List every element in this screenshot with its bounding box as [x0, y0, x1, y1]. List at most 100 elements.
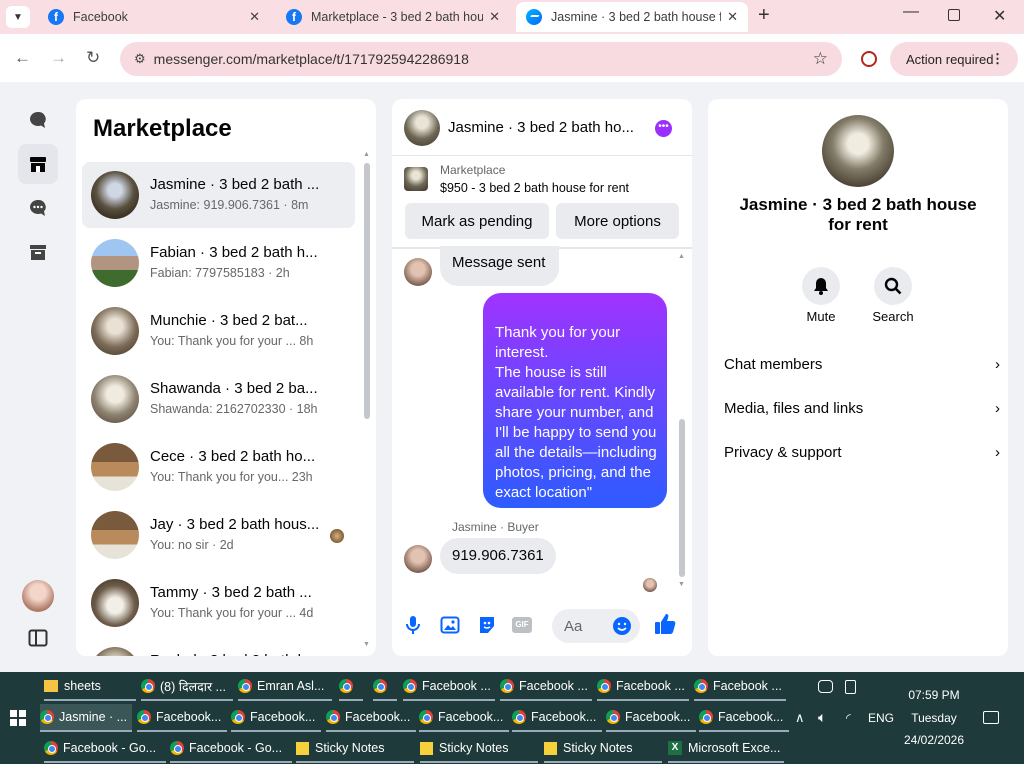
sender-avatar — [404, 258, 432, 286]
taskbar-app-button[interactable]: Jasmine · ... — [40, 704, 132, 732]
taskbar-app-button[interactable]: Sticky Notes — [296, 735, 414, 763]
emoji-icon[interactable] — [612, 616, 632, 636]
taskbar-app-button[interactable]: Facebook... — [606, 704, 696, 732]
taskbar-app-button[interactable]: Facebook... — [512, 704, 602, 732]
tab-facebook[interactable]: f Facebook ✕ — [38, 2, 270, 32]
taskbar-app-button[interactable]: Facebook ... — [694, 673, 786, 701]
bookmark-star-icon[interactable]: ☆ — [813, 49, 828, 69]
thumbs-up-icon — [655, 614, 676, 634]
close-window-button[interactable]: ✕ — [993, 6, 1006, 26]
marketplace-nav[interactable] — [18, 144, 58, 184]
conversation-item[interactable]: Fabian · 3 bed 2 bath h... Fabian: 779758… — [82, 230, 355, 296]
conversation-item[interactable]: Jay · 3 bed 2 bath hous... You: no sir · … — [82, 502, 355, 568]
mark-pending-button[interactable]: Mark as pending — [405, 203, 549, 239]
taskbar-app-button[interactable]: Facebook ... — [597, 673, 689, 701]
conversation-avatar — [91, 511, 139, 559]
taskbar-app-button[interactable] — [339, 673, 363, 701]
address-bar[interactable]: ⚙ messenger.com/marketplace/t/1717925942… — [120, 42, 842, 76]
message-input-placeholder: Aa — [564, 618, 583, 635]
like-button[interactable] — [654, 613, 676, 640]
notification-center-button[interactable] — [983, 711, 999, 724]
conversation-item[interactable]: Cece · 3 bed 2 bath ho... You: Thank you … — [82, 434, 355, 500]
taskbar-app-button[interactable]: Facebook - Go... — [44, 735, 166, 763]
minimize-button[interactable]: — — [903, 3, 919, 21]
new-tab-button[interactable]: + — [758, 4, 770, 27]
clock-day[interactable]: Tuesday — [897, 711, 971, 725]
language-indicator[interactable]: ENG — [868, 711, 894, 725]
chrome-icon — [403, 679, 417, 693]
scrollbar[interactable] — [364, 163, 370, 419]
chat-header-title[interactable]: Jasmine · 3 bed 2 bath ho... — [448, 119, 634, 136]
taskbar-app-button[interactable]: Facebook ... — [403, 673, 495, 701]
kebab-menu-icon[interactable]: ⋮ — [991, 51, 1004, 67]
tab-jasmine-chat[interactable]: Jasmine · 3 bed 2 bath house fo ✕ — [516, 2, 748, 32]
more-options-button[interactable]: More options — [556, 203, 679, 239]
gif-button[interactable]: GIF — [512, 617, 532, 633]
reload-button[interactable]: ↻ — [86, 48, 100, 68]
conversation-item[interactable]: Tammy · 3 bed 2 bath ... You: Thank you f… — [82, 570, 355, 636]
conversation-item[interactable]: Munchie · 3 bed 2 bat... You: Thank you f… — [82, 298, 355, 364]
conversation-list-panel: Marketplace Jasmine · 3 bed 2 bath ... Ja… — [76, 99, 376, 656]
privacy-support-row[interactable]: Privacy & support › — [724, 444, 1000, 461]
profile-icon[interactable] — [861, 51, 877, 67]
chat-scroll-down-arrow[interactable]: ▼ — [678, 581, 685, 588]
forward-button[interactable]: → — [50, 48, 67, 68]
close-tab-icon[interactable]: ✕ — [489, 9, 500, 25]
user-avatar[interactable] — [22, 580, 54, 612]
tab-marketplace[interactable]: f Marketplace - 3 bed 2 bath hou ✕ — [276, 2, 510, 32]
action-required-button[interactable]: Action required ⋮ — [890, 42, 1018, 76]
taskbar-app-button[interactable]: Facebook... — [326, 704, 416, 732]
message-input[interactable]: Aa — [552, 609, 640, 643]
conversation-item[interactable]: Jasmine · 3 bed 2 bath ... Jasmine: 919.9… — [82, 162, 355, 228]
tab-search-button[interactable]: ▼ — [6, 6, 30, 28]
voice-clip-button[interactable] — [404, 615, 422, 640]
close-tab-icon[interactable]: ✕ — [727, 9, 738, 25]
taskbar-app-button[interactable] — [373, 673, 397, 701]
search-button[interactable] — [874, 267, 912, 305]
message-requests-nav[interactable] — [18, 188, 58, 228]
clock-time[interactable]: 07:59 PM — [897, 688, 971, 702]
taskbar-app-button[interactable]: Facebook - Go... — [170, 735, 292, 763]
taskbar-app-button[interactable]: Sticky Notes — [544, 735, 662, 763]
chat-members-row[interactable]: Chat members › — [724, 356, 1000, 373]
site-info-icon[interactable]: ⚙ — [134, 51, 146, 67]
taskbar-app-button[interactable]: Facebook... — [137, 704, 227, 732]
scroll-up-arrow[interactable]: ▲ — [363, 151, 370, 158]
scroll-down-arrow[interactable]: ▼ — [363, 641, 370, 648]
tray-cloud-icon[interactable] — [818, 680, 833, 693]
archive-nav[interactable] — [18, 232, 58, 272]
taskbar-app-button[interactable]: Sticky Notes — [420, 735, 538, 763]
taskbar-app-button[interactable]: Facebook ... — [500, 673, 592, 701]
conversation-item[interactable]: Shawanda · 3 bed 2 ba... Shawanda: 216270… — [82, 366, 355, 432]
taskbar-app-button[interactable]: Facebook... — [699, 704, 789, 732]
taskbar-app-button[interactable]: Facebook... — [231, 704, 321, 732]
toggle-sidebar-button[interactable] — [18, 618, 58, 658]
chat-avatar[interactable] — [404, 110, 440, 146]
conversation-item[interactable]: Rachel · 3 bed 2 bath h... — [82, 638, 355, 656]
close-tab-icon[interactable]: ✕ — [249, 9, 260, 25]
back-button[interactable]: ← — [14, 48, 31, 68]
chats-nav[interactable] — [18, 100, 58, 140]
taskbar-app-button[interactable]: X Microsoft Exce... — [668, 735, 784, 763]
tray-phone-icon[interactable] — [845, 680, 856, 694]
media-files-row[interactable]: Media, files and links › — [724, 400, 1000, 417]
attach-photo-button[interactable] — [440, 615, 460, 640]
restore-button[interactable] — [948, 9, 960, 21]
mute-button[interactable] — [802, 267, 840, 305]
clock-date[interactable]: 24/02/2026 — [897, 733, 971, 747]
details-avatar[interactable] — [822, 115, 894, 187]
conversation-info-button[interactable]: ••• — [655, 120, 672, 137]
conversation-preview: You: Thank you for your ... 8h — [150, 334, 314, 348]
show-hidden-icons-button[interactable]: ∧ — [795, 710, 805, 726]
start-button[interactable] — [10, 710, 26, 731]
chat-scroll-up-arrow[interactable]: ▲ — [678, 253, 685, 260]
taskbar-app-button[interactable]: Emran Asl... — [238, 673, 332, 701]
sticker-button[interactable] — [477, 615, 497, 640]
taskbar-app-button[interactable]: (8) दिलदार ... — [141, 673, 233, 701]
taskbar-app-button[interactable]: sheets — [44, 673, 136, 701]
chat-scrollbar[interactable] — [679, 419, 685, 577]
wifi-icon[interactable]: ◜ — [846, 711, 851, 725]
listing-title[interactable]: $950 - 3 bed 2 bath house for rent — [440, 181, 629, 195]
taskbar-app-button[interactable]: Facebook... — [419, 704, 509, 732]
volume-icon[interactable]: 🔈︎ — [818, 709, 826, 726]
